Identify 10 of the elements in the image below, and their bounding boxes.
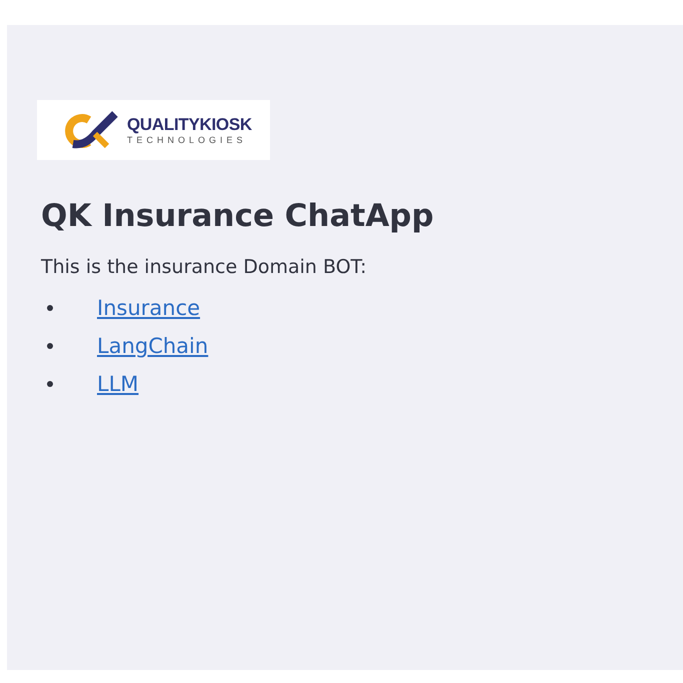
logo-tagline: TECHNOLOGIES xyxy=(127,135,248,145)
bullet-icon xyxy=(47,305,53,311)
bullet-icon xyxy=(47,381,53,387)
intro-text: This is the insurance Domain BOT: xyxy=(41,256,368,278)
app-title: QK Insurance ChatApp xyxy=(41,198,435,234)
topic-link[interactable]: LLM xyxy=(97,372,139,396)
bullet-icon xyxy=(47,343,53,349)
logo-name: QUALITYKIOSK xyxy=(127,115,252,135)
topic-link[interactable]: LangChain xyxy=(97,334,208,358)
topic-link[interactable]: Insurance xyxy=(97,296,200,320)
